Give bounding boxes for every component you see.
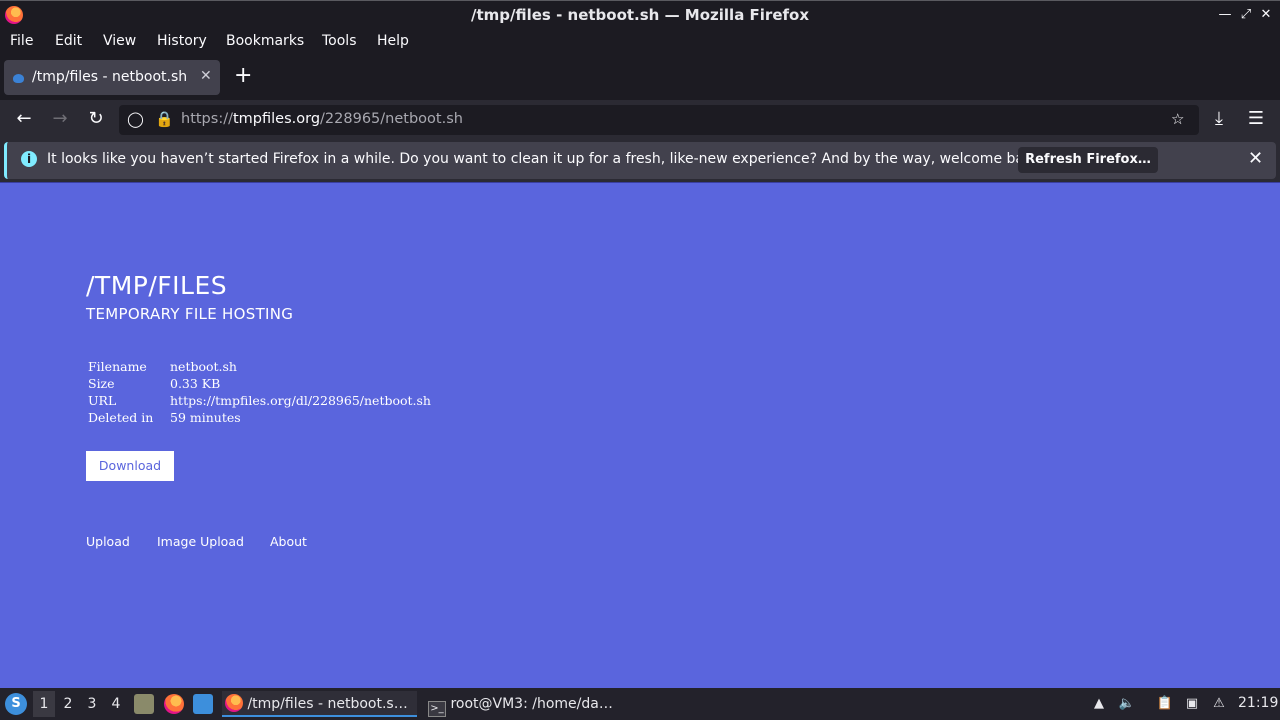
workspace-4[interactable]: 4 bbox=[105, 691, 127, 717]
notification-close-icon[interactable]: ✕ bbox=[1248, 148, 1263, 169]
minimize-icon[interactable]: — bbox=[1218, 7, 1232, 23]
menu-bookmarks[interactable]: Bookmarks bbox=[226, 33, 304, 49]
footer-link-about[interactable]: About bbox=[270, 534, 307, 549]
file-info-key: Deleted in bbox=[88, 410, 154, 425]
file-info-table: Filename netboot.sh Size 0.33 KB URL htt… bbox=[86, 358, 433, 426]
refresh-firefox-button[interactable]: Refresh Firefox… bbox=[1018, 147, 1158, 173]
back-icon[interactable]: ← bbox=[13, 108, 35, 130]
site-subtitle: TEMPORARY FILE HOSTING bbox=[86, 305, 294, 323]
firefox-launcher-icon[interactable] bbox=[164, 694, 184, 714]
file-info-value: netboot.sh bbox=[170, 359, 237, 374]
clipboard-icon[interactable]: 📋 bbox=[1156, 695, 1174, 713]
taskbar: S 1 2 3 4 /tmp/files - netboot.s… >_ roo… bbox=[0, 688, 1280, 720]
file-info-value[interactable]: https://tmpfiles.org/dl/228965/netboot.s… bbox=[168, 392, 433, 409]
reload-icon[interactable]: ↻ bbox=[85, 108, 107, 130]
menu-bar: File Edit View History Bookmarks Tools H… bbox=[0, 29, 1280, 55]
forward-icon[interactable]: → bbox=[49, 108, 71, 130]
shield-icon[interactable]: ◯ bbox=[127, 110, 144, 128]
site-title: /TMP/FILES bbox=[86, 271, 228, 300]
file-info-key: URL bbox=[88, 393, 117, 408]
file-info-row: Filename netboot.sh bbox=[86, 358, 433, 375]
firefox-icon bbox=[225, 694, 243, 712]
tab-label: /tmp/files - netboot.sh bbox=[32, 69, 188, 85]
tab-strip: /tmp/files - netboot.sh ✕ + bbox=[0, 55, 1280, 100]
menu-edit[interactable]: Edit bbox=[55, 33, 82, 49]
notification-bar: i It looks like you haven’t started Fire… bbox=[0, 139, 1280, 182]
page-content: /TMP/FILES TEMPORARY FILE HOSTING Filena… bbox=[0, 182, 1280, 688]
file-manager-icon[interactable] bbox=[134, 694, 154, 714]
footer-link-image-upload[interactable]: Image Upload bbox=[157, 534, 244, 549]
desktop-icon[interactable] bbox=[193, 694, 213, 714]
restore-icon[interactable]: ⤢ bbox=[1239, 7, 1253, 23]
lock-icon[interactable]: 🔒 bbox=[155, 110, 174, 128]
close-icon[interactable]: ✕ bbox=[1259, 7, 1273, 23]
notification-message: It looks like you haven’t started Firefo… bbox=[47, 151, 1046, 167]
tmpfiles-favicon-icon bbox=[13, 74, 24, 83]
file-info-key: Size bbox=[88, 376, 115, 391]
file-info-value: 59 minutes bbox=[170, 410, 241, 425]
file-info-row: Deleted in 59 minutes bbox=[86, 409, 433, 426]
task-label: root@VM3: /home/da… bbox=[450, 696, 613, 712]
file-info-key: Filename bbox=[88, 359, 147, 374]
new-tab-icon[interactable]: + bbox=[234, 64, 252, 88]
workspace-1[interactable]: 1 bbox=[33, 691, 55, 717]
downloads-icon[interactable]: ⤓ bbox=[1208, 108, 1230, 130]
window-titlebar: /tmp/files - netboot.sh — Mozilla Firefo… bbox=[0, 0, 1280, 29]
clock: 21:19 bbox=[1238, 695, 1279, 711]
start-menu-icon[interactable]: S bbox=[5, 693, 27, 715]
terminal-icon: >_ bbox=[428, 701, 446, 717]
volume-icon[interactable]: 🔈 bbox=[1118, 695, 1136, 713]
file-info-row: URL https://tmpfiles.org/dl/228965/netbo… bbox=[86, 392, 433, 409]
footer-link-upload[interactable]: Upload bbox=[86, 534, 130, 549]
file-info-row: Size 0.33 KB bbox=[86, 375, 433, 392]
menu-help[interactable]: Help bbox=[377, 33, 409, 49]
taskbar-task-terminal[interactable]: >_ root@VM3: /home/da… bbox=[425, 691, 620, 717]
navigation-bar: ← → ↻ ◯ 🔒 https://tmpfiles.org/228965/ne… bbox=[0, 100, 1280, 139]
tab-netboot[interactable]: /tmp/files - netboot.sh ✕ bbox=[4, 60, 220, 95]
menu-file[interactable]: File bbox=[10, 33, 33, 49]
file-info-value: 0.33 KB bbox=[170, 376, 221, 391]
notification-box: i It looks like you haven’t started Fire… bbox=[4, 142, 1276, 179]
workspace-2[interactable]: 2 bbox=[57, 691, 79, 717]
url-text[interactable]: https://tmpfiles.org/228965/netboot.sh bbox=[181, 111, 463, 127]
info-icon: i bbox=[21, 151, 37, 167]
bookmark-star-icon[interactable]: ☆ bbox=[1171, 110, 1184, 128]
download-button[interactable]: Download bbox=[86, 451, 174, 481]
window-title: /tmp/files - netboot.sh — Mozilla Firefo… bbox=[470, 6, 809, 24]
menu-history[interactable]: History bbox=[157, 33, 207, 49]
url-bar[interactable]: ◯ 🔒 https://tmpfiles.org/228965/netboot.… bbox=[119, 105, 1199, 135]
tray-expand-icon[interactable]: ▲ bbox=[1090, 695, 1108, 713]
tab-close-icon[interactable]: ✕ bbox=[200, 68, 212, 84]
taskbar-task-firefox[interactable]: /tmp/files - netboot.s… bbox=[222, 691, 417, 717]
hamburger-menu-icon[interactable]: ☰ bbox=[1245, 108, 1267, 130]
menu-view[interactable]: View bbox=[103, 33, 136, 49]
network-icon[interactable]: ▣ bbox=[1183, 695, 1201, 713]
notification-tray-icon[interactable]: ⚠ bbox=[1210, 695, 1228, 713]
task-label: /tmp/files - netboot.s… bbox=[247, 696, 408, 712]
workspace-3[interactable]: 3 bbox=[81, 691, 103, 717]
menu-tools[interactable]: Tools bbox=[322, 33, 357, 49]
